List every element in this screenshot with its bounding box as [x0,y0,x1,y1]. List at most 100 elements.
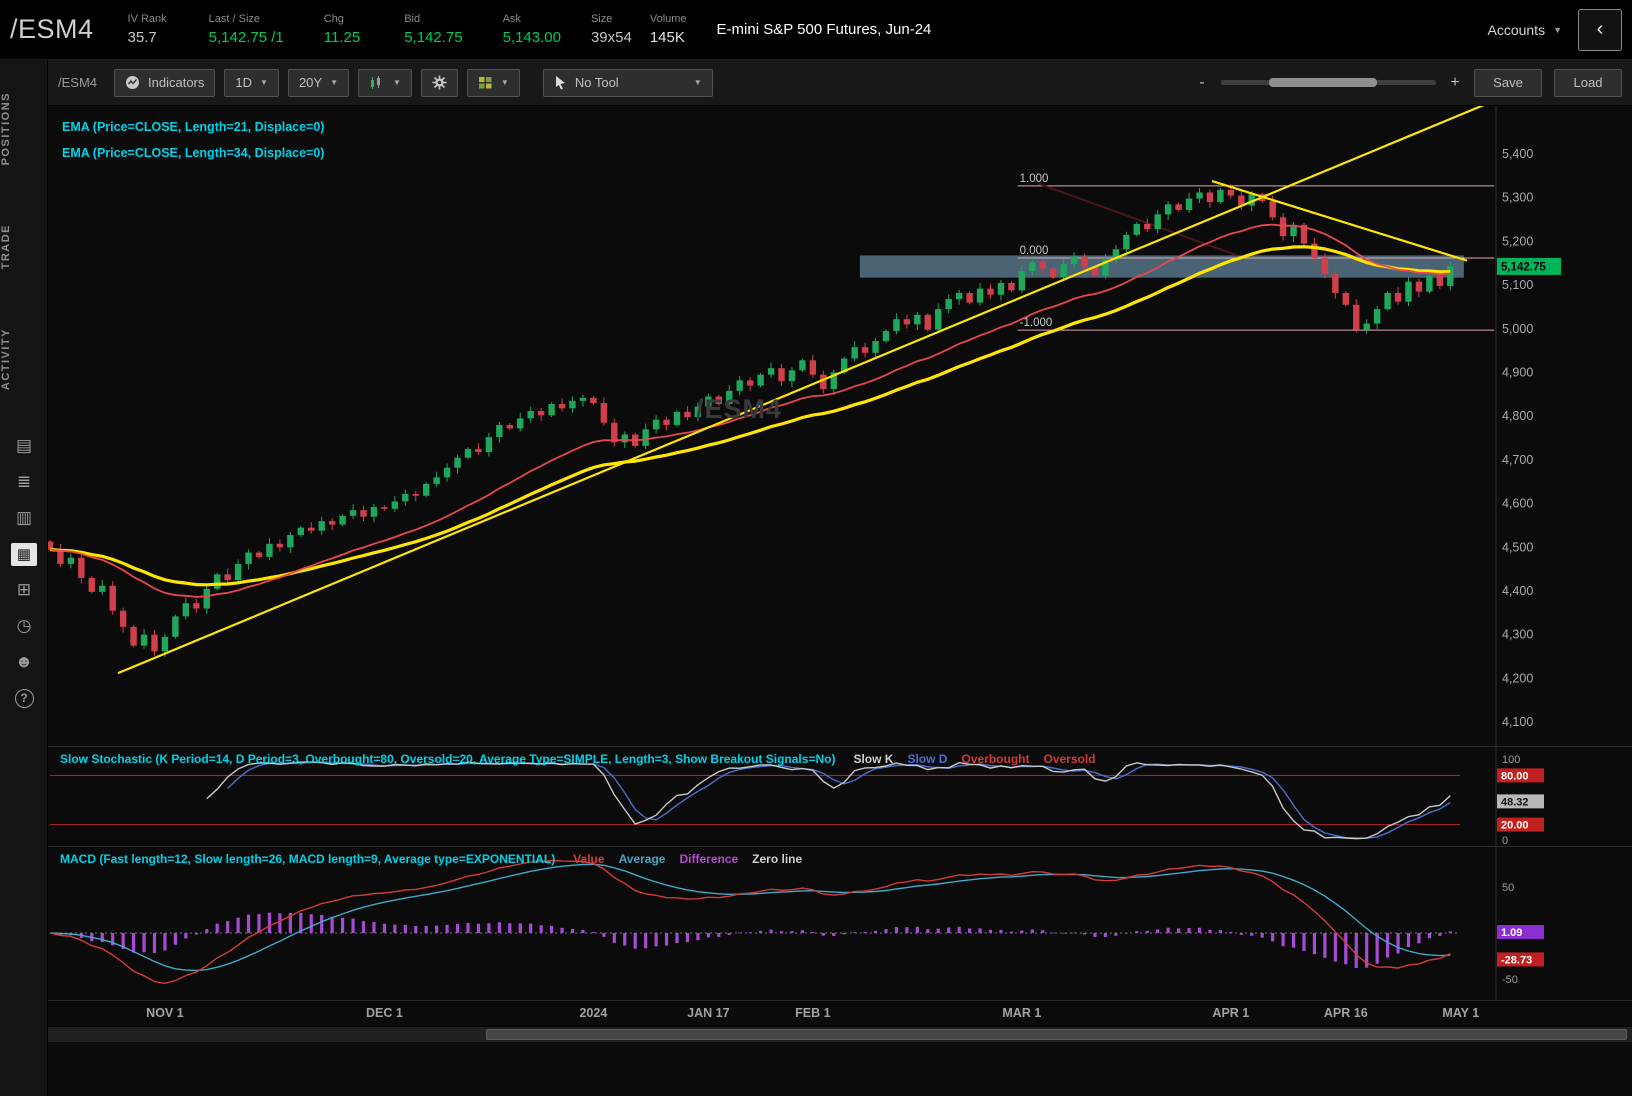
field-last-size: Last / Size 5,142.75 /1 [209,13,284,46]
sidebar-tab-activity[interactable]: ACTIVITY [0,328,48,390]
svg-text:5,100: 5,100 [1502,278,1533,292]
svg-text:4,800: 4,800 [1502,409,1533,423]
svg-text:-1.000: -1.000 [1020,317,1053,329]
time-axis: NOV 1 DEC 1 2024 JAN 17 FEB 1 MAR 1 APR 1 APR 1… [48,1000,1632,1026]
sidebar-tab-trade[interactable]: TRADE [0,224,48,269]
field-value: 5,142.75 [404,29,463,46]
svg-text:5,142.75: 5,142.75 [1501,261,1546,273]
cursor-icon [554,75,567,90]
svg-text:-50: -50 [1502,974,1518,986]
svg-text:80.00: 80.00 [1501,770,1529,782]
time-axis-label: MAY 1 [1442,1006,1480,1020]
time-axis-label: APR 16 [1323,1006,1368,1020]
field-label: Chg [323,13,344,25]
field-ask: Ask 5,143.00 [503,13,561,46]
svg-text:-28.73: -28.73 [1501,954,1532,966]
tool-label: No Tool [574,75,619,90]
time-axis-label: FEB 1 [795,1006,831,1020]
orders-icon[interactable]: ▥ [0,500,48,536]
chart-region: 1.000 0.000 -1.000 5,400 5,300 5,200 5,100 5,00… [48,106,1632,1042]
svg-text:5,400: 5,400 [1502,147,1533,161]
field-label: Last / Size [208,13,261,25]
slow-d-line [227,761,1451,840]
field-iv-rank: IV Rank 35.7 [128,13,167,46]
trading-platform: /ESM4 IV Rank 35.7 Last / Size 5,142.75 … [0,0,1632,1096]
zoom-out-button[interactable]: - [1195,74,1209,92]
chevron-down-icon: ▼ [1553,24,1562,35]
field-volume: Volume 145K [650,13,687,46]
field-label: Volume [649,13,687,25]
zoom-slider-handle[interactable] [1269,78,1377,87]
horizontal-scrollbar[interactable] [48,1026,1632,1042]
users-icon[interactable]: ☻ [0,644,48,680]
monitor-icon[interactable]: ▤ [0,428,48,464]
sidebar: POSITIONS TRADE ACTIVITY ▤ ≣ ▥ ▦ ⊞ ◷ ☻? [0,60,48,1096]
save-label: Save [1493,75,1523,90]
candlestick-icon [369,75,385,90]
svg-text:1.09: 1.09 [1501,927,1522,939]
chart-type-dropdown[interactable]: ▼ [358,68,412,97]
scrollbar-handle[interactable] [486,1029,1627,1040]
time-axis-label: APR 1 [1212,1006,1250,1020]
time-axis-label: MAR 1 [1002,1006,1042,1020]
time-axis-label: DEC 1 [365,1006,403,1020]
accounts-dropdown[interactable]: Accounts ▼ [1487,22,1562,38]
sidebar-tab-positions[interactable]: POSITIONS [0,92,48,165]
range-dropdown[interactable]: 20Y ▼ [287,68,349,97]
svg-text:4,300: 4,300 [1502,628,1533,642]
timeframe-dropdown[interactable]: 1D ▼ [224,68,279,97]
field-value: 5,142.75 /1 [208,29,284,46]
candlesticks [48,184,1454,657]
field-label: Size [590,13,613,25]
zoom-slider[interactable] [1221,78,1436,87]
range-value: 20Y [298,75,323,90]
svg-text:5,000: 5,000 [1502,322,1533,336]
time-axis-label: JAN 17 [687,1006,730,1020]
zoom-in-button[interactable]: + [1448,74,1462,92]
drawing-tool-dropdown[interactable]: No Tool ▼ [542,68,713,97]
svg-text:50: 50 [1502,882,1514,894]
chart-icon[interactable]: ▦ [0,536,48,572]
pattern-dropdown[interactable]: ▼ [466,68,520,97]
indicators-icon [125,75,140,90]
collapse-panel-button[interactable]: ‹ [1578,8,1622,51]
svg-text:4,700: 4,700 [1502,453,1533,467]
chart-workspace: /ESM4 Indicators 1D ▼ 20Y ▼ ▼ ▼ No Tool … [48,60,1632,1096]
field-value: 5,143.00 [502,29,561,46]
clock-icon[interactable]: ◷ [0,608,48,644]
chevron-down-icon: ▼ [330,78,338,87]
grid-icon[interactable]: ⊞ [0,572,48,608]
field-value: 35.7 [127,29,157,46]
field-size: Size 39x54 [591,13,632,46]
price-panel: 1.000 0.000 -1.000 5,400 5,300 5,200 5,100 5,00… [48,106,1632,746]
macd-panel: 50 -50 1.09 -28.73 MACD (Fast length=12, Sl… [48,846,1632,1001]
trendline [1211,180,1468,262]
field-label: IV Rank [127,13,167,25]
svg-text:5,200: 5,200 [1502,234,1533,248]
list-icon[interactable]: ≣ [0,464,48,500]
indicators-label: Indicators [148,75,205,90]
indicators-button[interactable]: Indicators [114,68,216,97]
chevron-down-icon: ▼ [500,78,509,87]
field-value: 145K [649,29,685,46]
help-icon[interactable]: ? [0,680,48,716]
field-label: Bid [404,13,421,25]
svg-text:4,900: 4,900 [1502,366,1533,380]
main-price-chart[interactable]: 1.000 0.000 -1.000 5,400 5,300 5,200 5,100 5,00… [48,106,1632,746]
chart-settings-button[interactable] [420,68,458,97]
macd-chart[interactable]: 50 -50 1.09 -28.73 [48,847,1632,1001]
svg-text:20.00: 20.00 [1501,820,1529,832]
field-value: 39x54 [590,29,632,46]
svg-text:0.000: 0.000 [1020,245,1049,257]
field-chg: Chg 11.25 [324,13,360,46]
svg-text:4,200: 4,200 [1502,671,1533,685]
field-bid: Bid 5,142.75 [404,13,462,46]
save-button[interactable]: Save [1474,68,1542,97]
accounts-label: Accounts [1487,21,1546,38]
load-button[interactable]: Load [1554,68,1622,97]
contract-description: E-mini S&P 500 Futures, Jun-24 [716,21,932,38]
time-axis-label: 2024 [579,1006,608,1020]
support-zone [859,255,1464,278]
stochastic-chart[interactable]: 100080.0048.3220.00 [48,747,1632,847]
trendline [117,106,1485,675]
